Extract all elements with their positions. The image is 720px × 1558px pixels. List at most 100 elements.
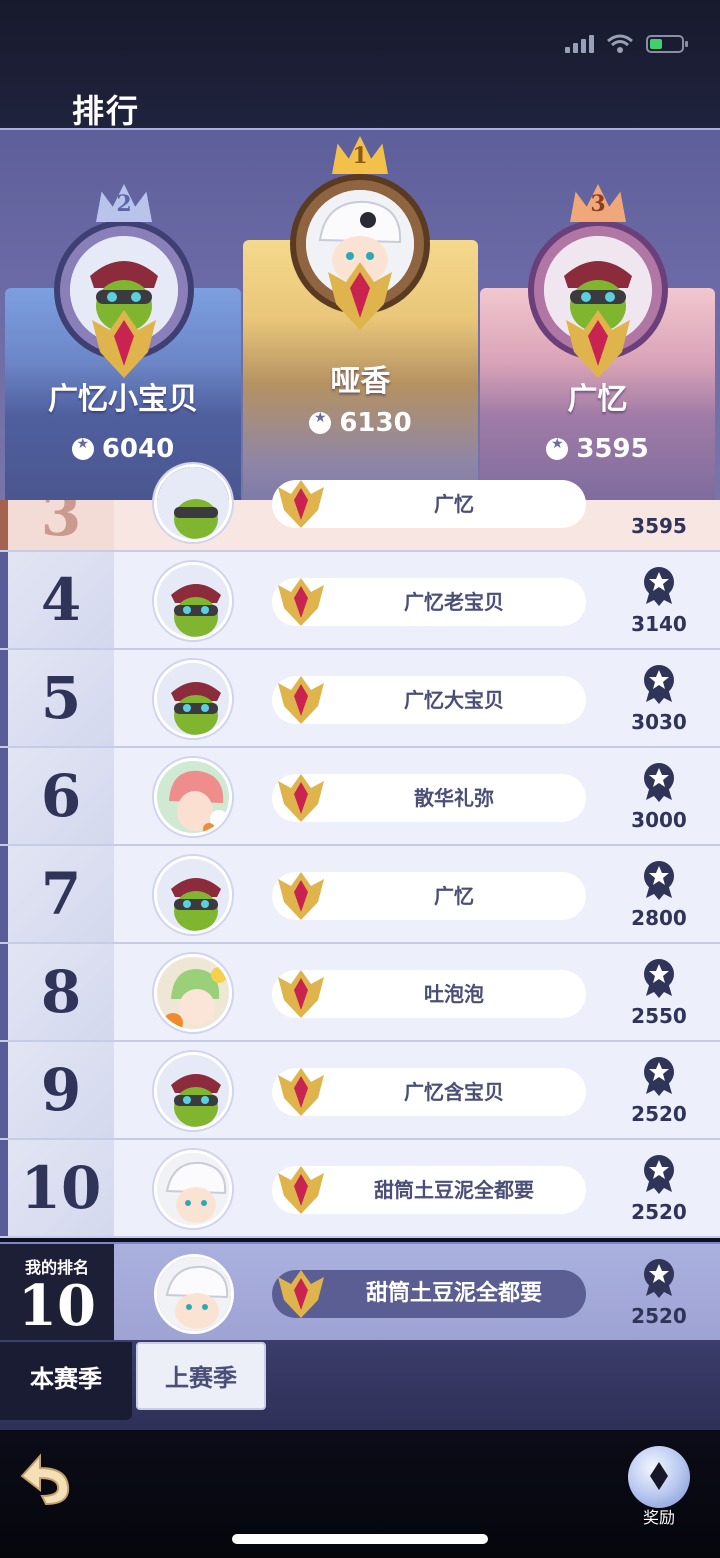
rank-number: 10 [0,1140,114,1236]
rank-emblem-icon [566,310,630,378]
medal-icon [644,1259,674,1298]
ranking-list[interactable]: 3 广忆 3595 4 广忆老宝贝 3140 5 广忆大宝贝 3030 6 散华礼弥 3000 7… [0,464,720,1238]
podium-score-first: 6130 [243,408,478,438]
podium-score-value: 6130 [339,408,412,438]
player-score: 2800 [631,906,687,930]
medal-icon [644,665,674,704]
name-pill: 广忆 [272,872,586,920]
battery-icon [646,35,688,53]
avatar [154,1254,234,1334]
rank-emblem-icon [278,676,324,724]
rank-emblem-icon [278,578,324,626]
medal-icon [644,1057,674,1096]
player-name: 广忆含宝贝 [404,1080,504,1104]
avatar [154,562,232,640]
podium: 广忆小宝贝 6040 2 哑香 6130 [0,128,720,502]
rank-number: 5 [0,650,114,746]
crown-third-icon: 3 [570,184,626,222]
podium-score-value: 3595 [576,434,649,464]
avatar [154,954,232,1032]
table-row[interactable]: 10 甜筒土豆泥全都要 2520 [0,1140,720,1238]
podium-score-third: 3595 [480,434,715,464]
table-row[interactable]: 5 广忆大宝贝 3030 [0,650,720,748]
rank-number: 8 [0,944,114,1040]
rank-number: 3 [0,500,114,550]
rank-number: 6 [0,748,114,844]
podium-score-value: 6040 [101,434,175,464]
score-icon [546,436,569,460]
my-rank-bar[interactable]: 我的排名 10 甜筒土豆泥全都要 2520 [0,1242,720,1340]
table-row[interactable]: 3 广忆 3595 [0,464,720,552]
rank-emblem-icon [278,480,324,528]
rank-number: 4 [0,552,114,648]
score-icon [71,436,94,460]
tab-current-season[interactable]: 本赛季 [0,1342,132,1420]
name-pill: 广忆 [272,480,586,528]
rank-emblem-icon [278,1166,324,1214]
rank-emblem-icon [278,1270,324,1318]
status-bar [565,34,688,54]
player-score: 3595 [631,514,687,538]
player-name: 吐泡泡 [424,982,484,1006]
crown-second-icon: 2 [96,184,152,222]
table-row[interactable]: 8 吐泡泡 2550 [0,944,720,1042]
player-name: 广忆 [434,492,474,516]
player-score: 2520 [631,1200,687,1224]
player-score: 2520 [631,1102,687,1126]
player-name: 广忆老宝贝 [404,590,504,614]
tab-last-season[interactable]: 上赛季 [136,1342,266,1410]
player-score: 2550 [631,1004,687,1028]
rank-emblem-icon [278,774,324,822]
name-pill: 散华礼弥 [272,774,586,822]
avatar [154,856,232,934]
name-pill: 广忆大宝贝 [272,676,586,724]
avatar [154,758,232,836]
rank-emblem-icon [92,310,156,378]
rank-emblem-icon [278,872,324,920]
rank-emblem-icon [278,970,324,1018]
podium-name-first: 哑香 [330,364,391,399]
name-pill: 甜筒土豆泥全都要 [272,1166,586,1214]
name-pill: 甜筒土豆泥全都要 [272,1270,586,1318]
player-name: 散华礼弥 [414,786,494,810]
signal-icon [565,35,594,53]
rank-emblem-icon [278,1068,324,1116]
rows-container: 4 广忆老宝贝 3140 5 广忆大宝贝 3030 6 散华礼弥 3000 7 广忆 2800 8 吐泡泡… [0,552,720,1238]
my-rank-number: 10 [18,1273,96,1339]
avatar [154,1052,232,1130]
rank-emblem-icon [328,262,392,330]
wifi-icon [607,34,633,53]
player-score: 3030 [631,710,687,734]
table-row[interactable]: 4 广忆老宝贝 3140 [0,552,720,650]
medal-icon [644,959,674,998]
avatar [154,660,232,738]
name-pill: 吐泡泡 [272,970,586,1018]
player-score: 3000 [631,808,687,832]
rank-number: 7 [0,846,114,942]
medal-icon [644,861,674,900]
medal-icon [644,1155,674,1194]
my-rank-box: 我的排名 10 [0,1244,114,1340]
player-name: 甜筒土豆泥全都要 [374,1178,534,1202]
medal-icon [644,763,674,802]
player-score: 2520 [631,1304,687,1328]
avatar [154,464,232,542]
avatar [154,1150,232,1228]
player-name: 广忆大宝贝 [404,688,504,712]
name-pill: 广忆含宝贝 [272,1068,586,1116]
rank-number: 9 [0,1042,114,1138]
crown-first-icon: 1 [332,136,388,174]
reward-diamond-icon [628,1446,690,1508]
table-row[interactable]: 6 散华礼弥 3000 [0,748,720,846]
page-title: 排行 [72,92,141,130]
home-indicator [232,1534,488,1544]
podium-score-second: 6040 [5,434,241,464]
table-row[interactable]: 7 广忆 2800 [0,846,720,944]
player-score: 3140 [631,612,687,636]
score-icon [309,410,332,434]
table-row[interactable]: 9 广忆含宝贝 2520 [0,1042,720,1140]
reward-button[interactable]: 奖励 [626,1446,692,1527]
name-pill: 广忆老宝贝 [272,578,586,626]
player-name: 甜筒土豆泥全都要 [365,1281,542,1306]
back-arrow-icon[interactable] [16,1446,82,1512]
